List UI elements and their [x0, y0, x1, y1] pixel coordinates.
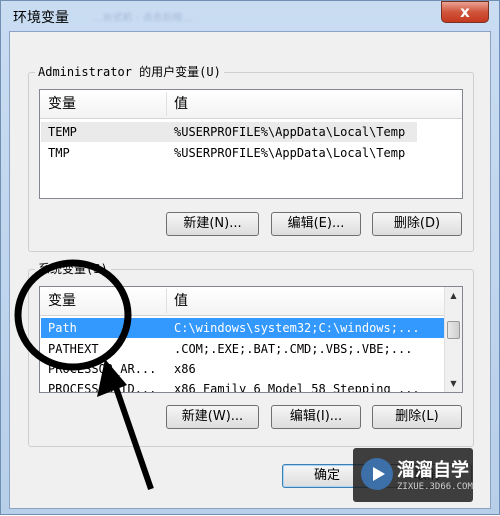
- close-button[interactable]: x: [441, 1, 489, 23]
- user-delete-button[interactable]: 删除(D): [372, 212, 462, 236]
- variable-name: PATHEXT: [48, 342, 99, 356]
- variable-value: x86: [174, 362, 196, 376]
- window-title: 环境变量: [13, 10, 69, 26]
- variable-name: TMP: [48, 146, 70, 160]
- vertical-scrollbar[interactable]: ▲ ▼: [444, 287, 462, 392]
- system-variable-row[interactable]: PROCESSOR_ID... x86 Family 6 Model 58 St…: [41, 379, 446, 393]
- user-variables-label: Administrator 的用户变量(U): [35, 63, 224, 80]
- watermark: 溜溜自学 ZIXUE.3D66.COM: [353, 448, 473, 502]
- column-header-variable[interactable]: 变量: [40, 287, 166, 315]
- system-list-header: 变量 值: [40, 287, 462, 316]
- variable-name: Path: [48, 321, 77, 335]
- column-header-value[interactable]: 值: [166, 287, 446, 315]
- variable-value: x86 Family 6 Model 58 Stepping ...: [174, 382, 420, 393]
- watermark-main-text: 溜溜自学: [397, 460, 469, 481]
- system-delete-button[interactable]: 删除(L): [372, 405, 462, 429]
- user-edit-button[interactable]: 编辑(E)...: [271, 212, 361, 236]
- system-variable-row[interactable]: PATHEXT .COM;.EXE;.BAT;.CMD;.VBS;.VBE;..…: [41, 339, 446, 359]
- variable-value: C:\windows\system32;C:\windows;...: [174, 321, 420, 335]
- system-new-button[interactable]: 新建(W)...: [166, 405, 259, 429]
- blurred-title-text: ...台式机 - 点击后按...: [93, 13, 193, 21]
- user-variable-row[interactable]: TEMP %USERPROFILE%\AppData\Local\Temp: [41, 122, 417, 142]
- user-new-button[interactable]: 新建(N)...: [166, 212, 259, 236]
- scroll-down-arrow-icon[interactable]: ▼: [445, 375, 462, 392]
- close-icon: x: [460, 3, 470, 21]
- watermark-logo-icon: [361, 458, 393, 490]
- system-variables-group: 系统变量(S) 变量 值 Path C:\windows\system32;C:…: [28, 260, 474, 447]
- scroll-up-arrow-icon[interactable]: ▲: [445, 287, 462, 304]
- column-header-variable[interactable]: 变量: [40, 90, 166, 118]
- user-variable-row[interactable]: TMP %USERPROFILE%\AppData\Local\Temp: [41, 143, 461, 163]
- scroll-thumb[interactable]: [447, 321, 460, 339]
- variable-name: TEMP: [48, 125, 77, 139]
- title-bar[interactable]: 环境变量 ...台式机 - 点击后按... x: [1, 1, 499, 31]
- variable-name: PROCESSOR_AR...: [48, 362, 157, 376]
- watermark-sub-text: ZIXUE.3D66.COM: [397, 482, 473, 492]
- system-variables-list[interactable]: 变量 值 Path C:\windows\system32;C:\windows…: [39, 286, 463, 393]
- system-variable-row[interactable]: PROCESSOR_AR... x86: [41, 359, 446, 379]
- variable-value: .COM;.EXE;.BAT;.CMD;.VBS;.VBE;...: [174, 342, 413, 356]
- variable-name: PROCESSOR_ID...: [48, 382, 157, 393]
- variable-value: %USERPROFILE%\AppData\Local\Temp: [174, 146, 406, 160]
- user-variables-group: Administrator 的用户变量(U) 变量 值 TEMP %USERPR…: [28, 63, 474, 252]
- dialog-content: Administrator 的用户变量(U) 变量 值 TEMP %USERPR…: [9, 31, 491, 509]
- system-variable-row-selected[interactable]: Path C:\windows\system32;C:\windows;...: [41, 318, 446, 338]
- column-header-value[interactable]: 值: [166, 90, 462, 118]
- user-variables-list[interactable]: 变量 值 TEMP %USERPROFILE%\AppData\Local\Te…: [39, 89, 463, 199]
- environment-variables-dialog: 环境变量 ...台式机 - 点击后按... x Administrator 的用…: [0, 0, 500, 515]
- system-edit-button[interactable]: 编辑(I)...: [271, 405, 361, 429]
- system-variables-label: 系统变量(S): [35, 260, 111, 277]
- variable-value: %USERPROFILE%\AppData\Local\Temp: [174, 125, 406, 139]
- user-list-header: 变量 值: [40, 90, 462, 119]
